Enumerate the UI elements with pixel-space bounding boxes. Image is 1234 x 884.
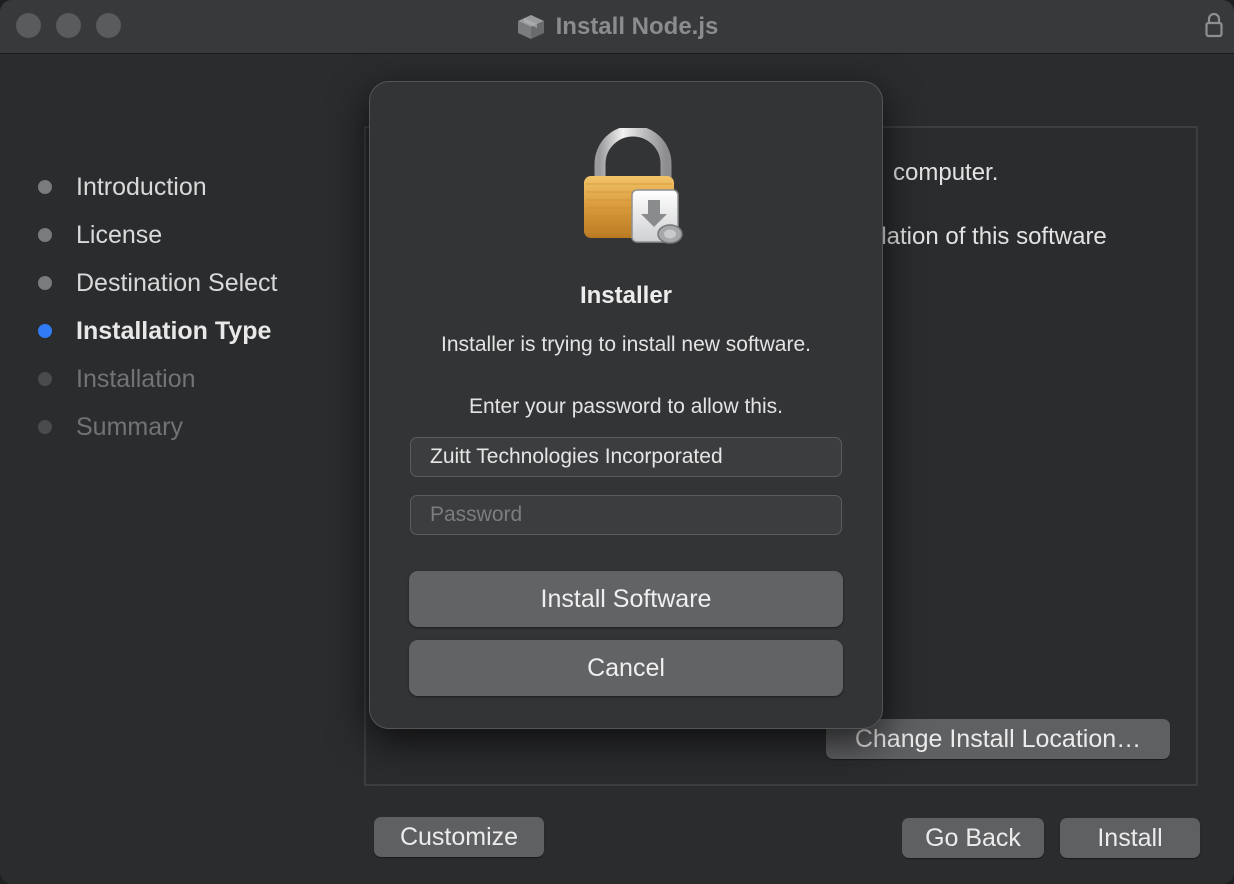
padlock-installer-icon <box>584 128 683 244</box>
customize-button[interactable]: Customize <box>374 817 544 857</box>
installer-steps: Introduction License Destination Select … <box>38 163 358 451</box>
step-label: Installation <box>76 364 196 393</box>
password-field[interactable] <box>410 495 842 535</box>
step-installation-type: Installation Type <box>38 307 358 355</box>
step-installation: Installation <box>38 355 358 403</box>
dialog-message: Installer is trying to install new softw… <box>441 333 811 356</box>
username-field[interactable] <box>410 437 842 477</box>
window-title: Install Node.js <box>555 12 719 40</box>
step-bullet <box>38 276 52 290</box>
step-bullet <box>38 228 52 242</box>
window-title-group: Install Node.js <box>0 0 1234 53</box>
step-bullet <box>38 372 52 386</box>
authentication-dialog: Installer Installer is trying to install… <box>369 81 883 729</box>
step-label: Destination Select <box>76 268 278 297</box>
step-bullet <box>38 180 52 194</box>
step-introduction: Introduction <box>38 163 358 211</box>
step-label: License <box>76 220 163 249</box>
install-button[interactable]: Install <box>1060 818 1200 858</box>
step-label: Introduction <box>76 172 207 201</box>
step-license: License <box>38 211 358 259</box>
package-icon <box>517 14 544 39</box>
step-bullet <box>38 324 52 338</box>
cancel-button[interactable]: Cancel <box>409 640 843 696</box>
content-text-line-1: computer. <box>893 159 999 186</box>
step-destination-select: Destination Select <box>38 259 358 307</box>
lock-icon[interactable] <box>1204 12 1224 38</box>
install-software-button[interactable]: Install Software <box>409 571 843 627</box>
step-bullet <box>38 420 52 434</box>
go-back-button[interactable]: Go Back <box>902 818 1044 858</box>
dialog-title: Installer <box>579 282 673 309</box>
step-summary: Summary <box>38 403 358 451</box>
title-bar: Install Node.js <box>0 0 1234 54</box>
step-label: Summary <box>76 412 183 441</box>
dialog-prompt: Enter your password to allow this. <box>469 395 783 418</box>
step-label: Installation Type <box>76 316 272 345</box>
change-install-location-button[interactable]: Change Install Location… <box>826 719 1170 759</box>
content-text-line-2: llation of this software <box>876 223 1107 250</box>
installer-window: Install Node.js Introduction License Des… <box>0 0 1234 884</box>
